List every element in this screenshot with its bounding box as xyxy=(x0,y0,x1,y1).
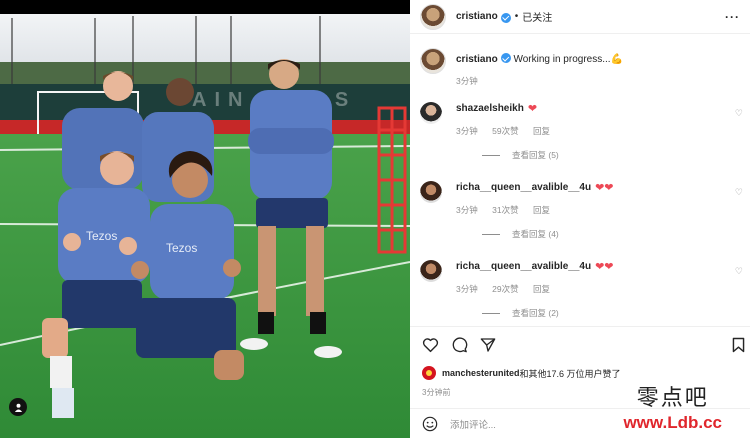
commenter-username[interactable]: shazaelsheikh xyxy=(456,103,524,114)
view-replies-button[interactable]: 查看回复 (4) xyxy=(482,228,726,240)
comment-text: ❤❤ xyxy=(595,261,614,273)
caption-time: 3分钟 xyxy=(456,76,478,86)
commenter-username[interactable]: richa__queen__avalible__4u xyxy=(456,261,591,272)
watermark-url: www.Ldb.cc xyxy=(623,413,722,432)
liker-avatar[interactable] xyxy=(422,366,436,380)
watermark-title: 零点吧 xyxy=(636,386,709,411)
comment-time: 3分钟 xyxy=(456,126,478,136)
view-replies-label: 查看回复 (2) xyxy=(512,308,559,318)
post-header: cristiano • 已关注 ··· xyxy=(410,0,750,34)
comment-time: 3分钟 xyxy=(456,284,478,294)
likes-count-text: 和其他17.6 万位用户赞了 xyxy=(519,368,621,379)
add-comment-input[interactable]: 添加评论... xyxy=(450,417,496,431)
reply-button[interactable]: 回复 xyxy=(533,284,550,294)
view-replies-button[interactable]: 查看回复 (5) xyxy=(482,149,726,161)
verified-badge-icon xyxy=(500,53,511,63)
comment-item: richa__queen__avalible__4u ❤❤ 3分钟 29次赞 回… xyxy=(420,260,745,319)
training-photo-illustration: AIN C E S xyxy=(0,0,410,438)
site-watermark: 零点吧 www.Ldb.cc xyxy=(623,386,722,432)
replies-divider xyxy=(482,154,500,156)
emoji-picker-icon[interactable] xyxy=(422,416,438,432)
like-heart-icon[interactable] xyxy=(422,337,439,353)
comment-text: ❤❤ xyxy=(595,182,614,194)
commenter-avatar[interactable] xyxy=(420,260,442,282)
comments-list[interactable]: cristiano Working in progress...💪 3分钟 sh… xyxy=(410,40,750,324)
author-avatar[interactable] xyxy=(420,3,446,30)
caption-avatar[interactable] xyxy=(420,48,446,74)
view-replies-button[interactable]: 查看回复 (2) xyxy=(482,307,726,319)
tag-people-button[interactable] xyxy=(9,398,27,416)
comment-item: shazaelsheikh ❤ 3分钟 59次赞 回复 查看回复 (5) ♡ xyxy=(420,102,745,161)
sponsor-text-right: Tezos xyxy=(166,241,197,255)
liker-username[interactable]: manchesterunited xyxy=(442,368,520,378)
save-bookmark-icon[interactable] xyxy=(732,337,745,353)
commenter-avatar[interactable] xyxy=(420,102,442,124)
comment-text: ❤ xyxy=(527,103,538,115)
post-timestamp: 3分钟前 xyxy=(422,388,451,397)
comment-bubble-icon[interactable] xyxy=(451,337,468,353)
view-replies-label: 查看回复 (4) xyxy=(512,229,559,239)
caption: cristiano Working in progress...💪 3分钟 xyxy=(420,48,623,87)
post-viewer: AIN C E S xyxy=(0,0,750,438)
commenter-username[interactable]: richa__queen__avalible__4u xyxy=(456,182,591,193)
comment-likes[interactable]: 59次赞 xyxy=(492,126,518,136)
reply-button[interactable]: 回复 xyxy=(533,205,550,215)
author-username[interactable]: cristiano xyxy=(456,11,498,22)
post-actions-bar xyxy=(410,326,750,366)
likes-summary[interactable]: manchesterunited 和其他17.6 万位用户赞了 xyxy=(422,366,621,380)
post-detail-panel: cristiano • 已关注 ··· cristiano Working in… xyxy=(410,0,750,438)
person-icon xyxy=(14,403,22,412)
view-replies-label: 查看回复 (5) xyxy=(512,150,559,160)
comment-item: richa__queen__avalible__4u ❤❤ 3分钟 31次赞 回… xyxy=(420,181,745,240)
like-comment-heart-icon[interactable]: ♡ xyxy=(735,108,743,119)
caption-text: Working in progress... xyxy=(513,54,611,65)
comment-likes[interactable]: 29次赞 xyxy=(492,284,518,294)
comment-likes[interactable]: 31次赞 xyxy=(492,205,518,215)
verified-badge-icon xyxy=(500,12,511,23)
post-photo[interactable]: AIN C E S xyxy=(0,0,410,438)
sponsor-text-left: Tezos xyxy=(86,229,117,243)
commenter-avatar[interactable] xyxy=(420,181,442,203)
share-send-icon[interactable] xyxy=(480,337,496,353)
reply-button[interactable]: 回复 xyxy=(533,126,550,136)
follow-status-button[interactable]: 已关注 xyxy=(522,9,552,24)
comment-time: 3分钟 xyxy=(456,205,478,215)
replies-divider xyxy=(482,233,500,235)
more-options-icon[interactable]: ··· xyxy=(725,10,740,24)
like-comment-heart-icon[interactable]: ♡ xyxy=(735,266,743,277)
separator-dot: • xyxy=(514,11,519,22)
caption-username[interactable]: cristiano xyxy=(456,54,498,65)
like-comment-heart-icon[interactable]: ♡ xyxy=(735,187,743,198)
flexed-biceps-emoji: 💪 xyxy=(610,54,623,65)
replies-divider xyxy=(482,312,500,314)
